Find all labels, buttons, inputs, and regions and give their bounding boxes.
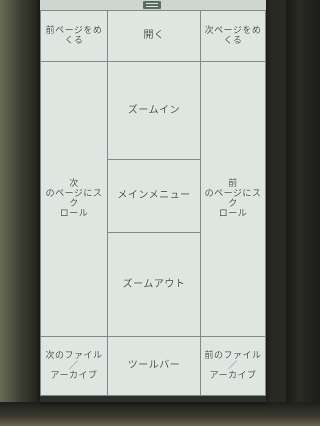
open-label: 開く (143, 30, 165, 41)
open-zone[interactable]: 開く (107, 10, 201, 62)
phone-bezel-bottom (0, 402, 320, 426)
prev-file-label: 前のファイル／ アーカイブ (204, 351, 262, 381)
toolbar-zone[interactable]: ツールバー (107, 336, 201, 396)
pull-tab-icon[interactable] (143, 1, 161, 9)
scroll-prev-zone[interactable]: 前 のページにスク ロール (200, 61, 266, 337)
phone-bezel-right (286, 0, 320, 426)
prev-file-zone[interactable]: 前のファイル／ アーカイブ (200, 336, 266, 396)
status-bar (40, 0, 266, 10)
zoom-out-zone[interactable]: ズームアウト (107, 232, 201, 337)
phone-screen: 前ページをめくる 開く 次ページをめくる 次 のページにスク ロール 前 のペー… (40, 0, 266, 402)
next-file-label: 次のファイル／ アーカイブ (45, 351, 103, 381)
main-menu-label: メインメニュー (117, 190, 191, 201)
scroll-next-label: 次 のページにスク ロール (45, 179, 103, 219)
nav-bar (40, 396, 266, 402)
zoom-in-label: ズームイン (127, 104, 181, 116)
scroll-next-zone[interactable]: 次 のページにスク ロール (40, 61, 108, 337)
scroll-prev-label: 前 のページにスク ロール (204, 179, 262, 219)
next-page-label: 次ページをめくる (204, 26, 262, 46)
toolbar-label: ツールバー (127, 360, 181, 371)
main-menu-zone[interactable]: メインメニュー (107, 159, 201, 233)
next-page-zone[interactable]: 次ページをめくる (200, 10, 266, 62)
zoom-in-zone[interactable]: ズームイン (107, 61, 201, 160)
next-file-zone[interactable]: 次のファイル／ アーカイブ (40, 336, 108, 396)
zoom-out-label: ズームアウト (122, 278, 186, 290)
prev-page-zone[interactable]: 前ページをめくる (40, 10, 108, 62)
prev-page-label: 前ページをめくる (45, 26, 103, 46)
phone-bezel-left (0, 0, 40, 426)
